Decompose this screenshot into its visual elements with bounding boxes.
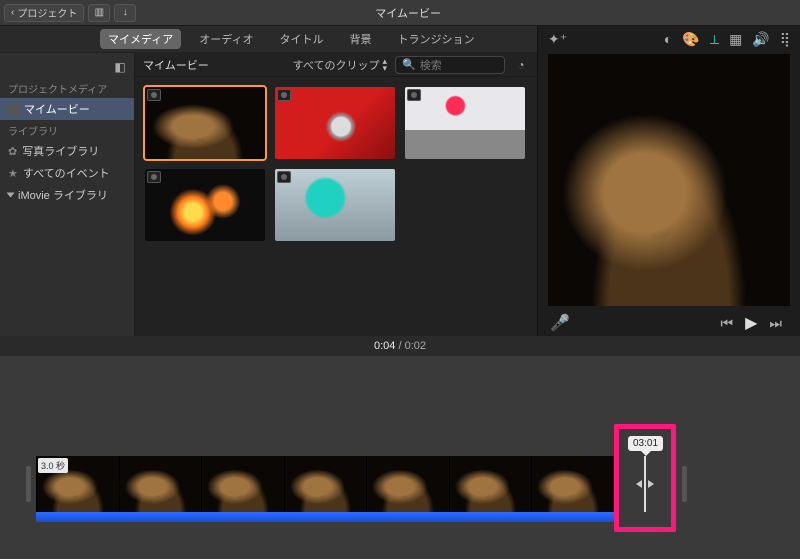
enhance-wand-icon[interactable]: ✦⁺ [548, 31, 567, 48]
timeline-clip[interactable]: 3.0 秒 [36, 456, 614, 512]
import-button[interactable]: ↓ [114, 4, 136, 22]
media-thumb-pinkumbrella[interactable] [405, 87, 525, 159]
chevron-left-icon: ‹ [11, 7, 14, 18]
tab-audio[interactable]: オーディオ [191, 29, 261, 49]
play-button[interactable]: ▶ [745, 313, 757, 333]
search-icon: 🔍 [402, 58, 416, 71]
sidebar-item-label: 写真ライブラリ [22, 143, 99, 159]
sidebar: ◧ プロジェクトメディア マイムービー ライブラリ ✿ 写真ライブラリ ★ すべ… [0, 53, 135, 336]
next-button[interactable]: ⏭ [769, 315, 782, 332]
sidebar-section-library: ライブラリ [0, 120, 134, 140]
layout-toggle-button[interactable]: ▥ [88, 4, 110, 22]
prev-button[interactable]: ⏮ [720, 315, 733, 332]
voiceover-mic-icon[interactable]: 🎤 [550, 313, 570, 333]
media-tabs: マイメディア オーディオ タイトル 背景 トランジション [0, 26, 537, 52]
timeline-audio-track[interactable] [36, 512, 614, 522]
search-input[interactable]: 🔍 検索 [395, 56, 505, 74]
preview-viewer[interactable] [548, 54, 790, 306]
back-label: プロジェクト [17, 5, 77, 20]
volume-icon[interactable]: 🔊 [752, 31, 769, 48]
camera-icon [147, 89, 161, 101]
sidebar-item-all-events[interactable]: ★ すべてのイベント [0, 162, 134, 184]
camera-icon [147, 171, 161, 183]
back-to-projects-button[interactable]: ‹ プロジェクト [4, 4, 84, 22]
clapper-icon [8, 104, 19, 115]
clip-trim-handle[interactable] [644, 456, 646, 512]
camera-icon [277, 89, 291, 101]
timecode-total: 0:02 [405, 340, 426, 352]
sidebar-item-photos[interactable]: ✿ 写真ライブラリ [0, 140, 134, 162]
color-balance-icon[interactable]: ◐ [664, 31, 672, 47]
timecode-current: 0:04 [374, 340, 395, 352]
color-correct-icon[interactable]: 🎨 [682, 31, 699, 48]
media-thumb-leopard[interactable] [145, 87, 265, 159]
star-icon: ★ [8, 167, 18, 180]
disclosure-triangle-icon[interactable] [7, 193, 15, 198]
media-thumb-redcar[interactable] [275, 87, 395, 159]
sidebar-item-imovie-library[interactable]: iMovie ライブラリ [0, 184, 134, 206]
sidebar-item-label: すべてのイベント [23, 165, 110, 181]
content-filter-button[interactable]: ◔ [513, 57, 529, 73]
media-thumb-tealhair[interactable] [275, 169, 395, 241]
camera-icon [277, 171, 291, 183]
titlebar: ‹ プロジェクト ▥ ↓ マイムービー [0, 0, 800, 26]
updown-icon: ▴▾ [382, 58, 387, 72]
download-icon: ↓ [123, 7, 128, 18]
window-title: マイムービー [136, 5, 680, 21]
sidebar-toggle-icon[interactable]: ◧ [112, 59, 128, 75]
tab-my-media[interactable]: マイメディア [100, 29, 181, 49]
layout-icon: ▥ [95, 7, 104, 18]
camera-icon [407, 89, 421, 101]
crop-icon[interactable]: ⟂ [710, 31, 719, 48]
trim-tooltip: 03:01 [628, 436, 663, 451]
sidebar-item-label: iMovie ライブラリ [18, 187, 108, 203]
sidebar-item-label: マイムービー [24, 101, 90, 117]
preview-image [548, 54, 790, 306]
stabilize-icon[interactable]: ▦ [729, 31, 742, 48]
timeline[interactable]: 3.0 秒 03:01 [0, 356, 800, 559]
timecode-readout: 0:04 / 0:02 [0, 336, 800, 356]
timeline-left-grip[interactable] [26, 466, 31, 502]
browser-library-title: マイムービー [143, 57, 209, 73]
tab-transitions[interactable]: トランジション [389, 29, 482, 49]
timeline-right-grip[interactable] [682, 466, 687, 502]
media-grid [135, 77, 537, 336]
sidebar-section-project-media: プロジェクトメディア [0, 78, 134, 98]
tab-titles[interactable]: タイトル [271, 29, 331, 49]
tab-backgrounds[interactable]: 背景 [341, 29, 379, 49]
search-placeholder: 検索 [420, 57, 442, 73]
clip-filter-dropdown[interactable]: すべてのクリップ ▴▾ [293, 57, 387, 73]
media-thumb-fire[interactable] [145, 169, 265, 241]
clip-filter-label: すべてのクリップ [293, 57, 380, 73]
clip-duration-badge: 3.0 秒 [38, 458, 68, 473]
equalizer-icon[interactable]: ⢿ [780, 31, 790, 48]
sidebar-item-my-movie[interactable]: マイムービー [0, 98, 134, 120]
photo-icon: ✿ [8, 145, 17, 158]
